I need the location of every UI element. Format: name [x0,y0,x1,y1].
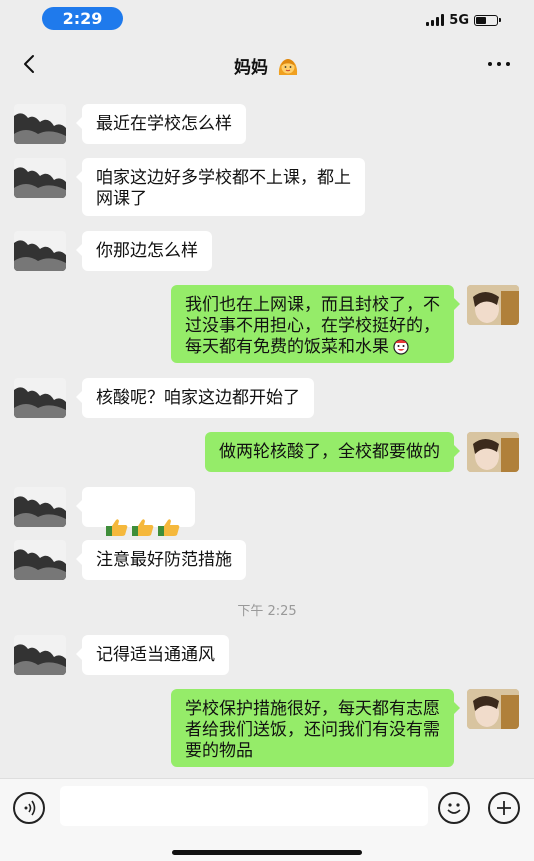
my-avatar[interactable] [467,285,519,325]
contact-avatar[interactable] [14,158,66,198]
chat-input-bar [0,778,534,861]
message-bubble-incoming[interactable]: 你那边怎么样 [76,231,212,271]
contact-avatar[interactable] [14,487,66,527]
signal-icon [426,14,445,26]
contact-avatar[interactable] [14,378,66,418]
message-bubble-outgoing[interactable]: 做两轮核酸了，全校都要做的 [205,432,460,472]
my-avatar[interactable] [467,689,519,729]
thumbs-up-icon [105,519,128,536]
message-bubble-outgoing[interactable]: 我们也在上网课，而且封校了，不 过没事不用担心，在学校挺好的， 每天都有免费的饭… [171,285,460,363]
my-avatar[interactable] [467,432,519,472]
more-options-icon[interactable] [488,62,510,66]
battery-icon [474,14,501,26]
network-label: 5G [449,12,469,28]
home-indicator [172,850,362,855]
plus-icon[interactable] [488,792,520,824]
status-time[interactable]: 2:29 [42,7,123,30]
emoji-icon[interactable] [438,792,470,824]
chat-title: 妈妈 [0,53,534,78]
person-emoji-icon [278,58,298,75]
message-bubble-outgoing[interactable]: 学校保护措施很好，每天都有志愿 者给我们送饭，还问我们有没有需 要的物品 [171,689,460,767]
status-bar: 2:29 5G [0,0,534,40]
thumbs-up-icon [131,519,154,536]
status-indicators: 5G [426,11,501,29]
message-input[interactable] [60,786,428,826]
thumbs-up-icon [157,519,180,536]
contact-avatar[interactable] [14,635,66,675]
contact-avatar[interactable] [14,540,66,580]
contact-avatar[interactable] [14,104,66,144]
message-timestamp: 下午 2:25 [237,604,297,619]
message-bubble-incoming[interactable]: 记得适当通通风 [76,635,229,675]
message-bubble-incoming[interactable]: 核酸呢？咱家这边都开始了 [76,378,314,418]
laughing-emoji-icon [393,339,409,355]
voice-input-icon[interactable] [13,792,45,824]
message-bubble-incoming[interactable] [76,487,195,536]
contact-avatar[interactable] [14,231,66,271]
chat-header: 妈妈 [0,40,534,88]
message-bubble-incoming[interactable]: 注意最好防范措施 [76,540,246,580]
message-bubble-incoming[interactable]: 最近在学校怎么样 [76,104,246,144]
message-bubble-incoming[interactable]: 咱家这边好多学校都不上课，都上 网课了 [76,158,365,216]
contact-name: 妈妈 [234,58,269,78]
